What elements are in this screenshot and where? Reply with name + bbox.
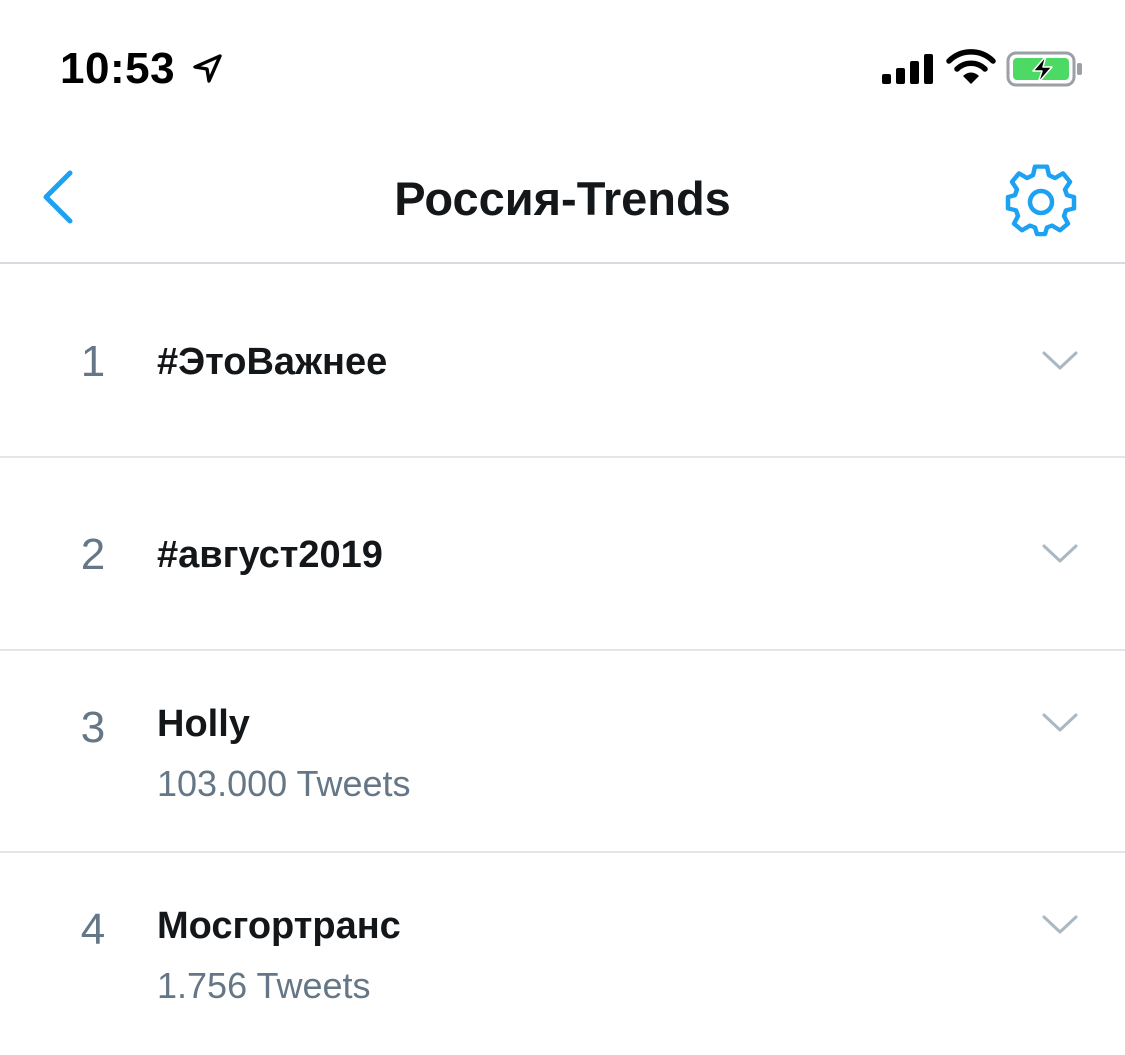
status-bar: 10:53 [0, 0, 1125, 135]
wifi-icon [946, 49, 996, 84]
chevron-down-icon[interactable] [1040, 349, 1080, 373]
chevron-down-icon[interactable] [1040, 711, 1080, 735]
status-time: 10:53 [60, 44, 176, 93]
location-arrow-icon [193, 54, 222, 83]
chevron-down-icon[interactable] [1040, 913, 1080, 937]
page-title: Россия-Trends [394, 172, 731, 225]
battery-charging-icon [1006, 51, 1082, 87]
chevron-down-icon[interactable] [1040, 542, 1080, 566]
trend-tweet-count: 1.756 Tweets [157, 965, 371, 1006]
trend-name[interactable]: Holly [157, 703, 250, 746]
trend-row[interactable]: 3 Holly 103.000 Tweets [0, 651, 1125, 853]
nav-bar: Россия-Trends [0, 135, 1125, 264]
trend-name[interactable]: #август2019 [157, 534, 383, 577]
trend-row[interactable]: 1 #ЭтоВажнее [0, 265, 1125, 458]
trend-rank: 1 [80, 337, 106, 386]
trend-tweet-count: 103.000 Tweets [157, 763, 411, 804]
trend-rank: 2 [80, 530, 106, 579]
cellular-signal-icon [882, 54, 933, 84]
trend-rank: 4 [80, 905, 106, 954]
trend-rank: 3 [80, 703, 106, 752]
gear-icon[interactable] [1002, 163, 1080, 241]
trend-list: 1 #ЭтоВажнее 2 #август2019 3 Holly 103.0… [0, 265, 1125, 1055]
trend-row[interactable]: 2 #август2019 [0, 458, 1125, 651]
trend-name[interactable]: Мосгортранс [157, 905, 401, 948]
trend-name[interactable]: #ЭтоВажнее [157, 341, 387, 384]
trend-row[interactable]: 4 Мосгортранс 1.756 Tweets [0, 853, 1125, 1055]
screen: 10:53 Россия-Trends 1 #ЭтоВажнее 2 #авгу… [0, 0, 1125, 1055]
